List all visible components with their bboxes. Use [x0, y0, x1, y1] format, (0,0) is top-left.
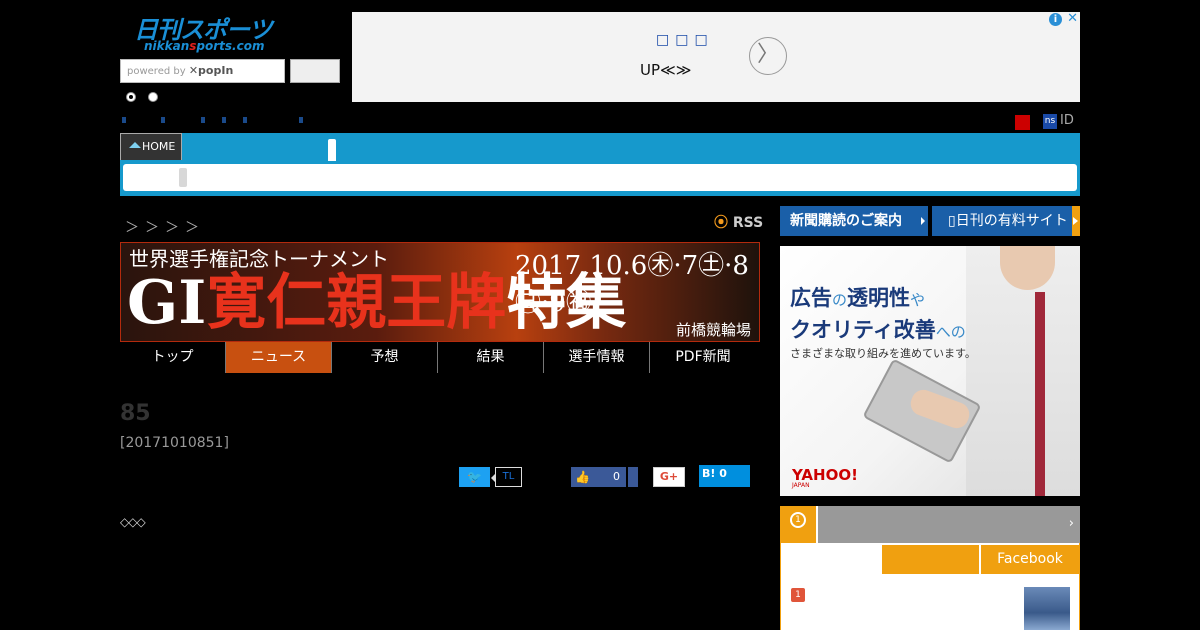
home-icon	[129, 142, 141, 148]
hatena-count: 0	[719, 467, 727, 480]
rss-icon: ⦿	[714, 215, 728, 231]
twitter-icon: 🐦	[467, 470, 482, 484]
article-title: 85	[120, 401, 151, 426]
tweet-button[interactable]: 🐦	[459, 467, 490, 487]
search-button[interactable]	[290, 59, 340, 83]
hatena-bookmark-button[interactable]: B! 0	[699, 465, 750, 487]
rss-label: RSS	[732, 215, 764, 231]
subnav-link-6[interactable]	[299, 117, 303, 123]
nav-home-label: HOME	[142, 140, 176, 153]
sub-navigation-bar	[123, 164, 1077, 191]
hatena-icon: B!	[702, 467, 716, 480]
ad-top-dots: □□□	[656, 32, 714, 48]
red-square-icon[interactable]	[1015, 115, 1030, 130]
thumbs-up-icon: 👍	[575, 470, 590, 484]
tab-news[interactable]: ニュース	[226, 342, 332, 373]
tab-riders[interactable]: 選手情報	[544, 342, 650, 373]
ad-top-text: UP≪≫	[640, 61, 692, 79]
global-navigation: HOME	[120, 133, 1080, 196]
ad-line-1: 広告の透明性や	[790, 286, 926, 310]
subnav-link-5[interactable]	[243, 117, 247, 123]
ranking-item-thumbnail[interactable]	[1024, 587, 1070, 630]
top-advertisement[interactable]: □□□ UP≪≫ 〉 i ✕	[352, 11, 1080, 102]
ad-next-icon[interactable]: 〉	[749, 37, 787, 75]
article-id: [20171010851]	[120, 435, 229, 451]
ad-info-icon[interactable]: i	[1049, 13, 1062, 26]
ranking-header[interactable]: 1 ›	[780, 506, 1080, 543]
ad-close-icon[interactable]: ✕	[1067, 11, 1078, 26]
paid-sites-button[interactable]: ▯日刊の有料サイト	[932, 206, 1080, 236]
subnav-link-1[interactable]	[122, 117, 126, 123]
smartphone-icon: ▯	[948, 213, 956, 229]
search-placeholder: powered by	[127, 66, 186, 77]
banner-title: GI寛仁親王牌特集	[127, 268, 627, 338]
ranking-panel: Facebook 1	[780, 543, 1080, 630]
breadcrumb[interactable]: ＞＞＞＞	[125, 217, 205, 237]
feature-tabs: トップ ニュース 予想 結果 選手情報 PDF新聞	[120, 342, 760, 373]
facebook-share-button[interactable]	[628, 467, 638, 487]
tab-forecast[interactable]: 予想	[332, 342, 438, 373]
nav-tab-marker[interactable]	[328, 139, 336, 161]
chevron-right-icon	[921, 217, 925, 225]
ranking-tab-2[interactable]	[882, 545, 979, 574]
yahoo-sidebar-advertisement[interactable]: 広告の透明性や クオリティ改善への さまざまな取り組みを進めています。 YAHO…	[780, 246, 1080, 496]
kanninshinnohai-feature-banner[interactable]: 世界選手権記念トーナメント 2017.10.6㊍·7㊏·8㊐·9㊗ GI寛仁親王…	[120, 242, 760, 342]
subnav-link-4[interactable]	[222, 117, 226, 123]
paid-sites-label: 日刊の有料サイト	[955, 213, 1068, 229]
tab-pdf-newspaper[interactable]: PDF新聞	[650, 342, 756, 373]
logo-sub-text: nikkansports.com	[144, 39, 265, 53]
subnav-link-3[interactable]	[201, 117, 205, 123]
ad-person-tie	[1035, 292, 1045, 496]
tab-results[interactable]: 結果	[438, 342, 544, 373]
search-scope-radio-2[interactable]	[148, 92, 158, 102]
site-logo[interactable]: 日刊スポーツ nikkansports.com	[130, 10, 290, 56]
twitter-timeline-button[interactable]: TL	[495, 467, 522, 487]
ad-line-3: さまざまな取り組みを進めています。	[790, 347, 976, 360]
sub-navigation-marker[interactable]	[179, 168, 187, 187]
tab-top[interactable]: トップ	[120, 342, 226, 373]
chevron-right-icon	[1072, 206, 1080, 236]
ns-id-icon[interactable]: ns	[1043, 114, 1057, 129]
banner-venue: 前橋競輪場	[675, 321, 751, 339]
subnav-link-2[interactable]	[161, 117, 165, 123]
id-login-link[interactable]: ID	[1060, 113, 1074, 128]
newspaper-subscription-button[interactable]: 新聞購読のご案内	[780, 206, 928, 236]
article-body-diamonds: ◇◇◇	[120, 515, 146, 529]
search-scope-radio-1[interactable]	[126, 92, 136, 102]
popin-logo: ✕popIn	[188, 64, 234, 77]
ranking-tab-facebook[interactable]: Facebook	[981, 545, 1079, 574]
nav-home-tab[interactable]: HOME	[120, 133, 182, 160]
ranking-medal-icon: 1	[780, 506, 818, 543]
search-input[interactable]: powered by ✕popIn	[120, 59, 285, 83]
facebook-like-count: 0	[596, 467, 626, 487]
subscription-label: 新聞購読のご案内	[790, 213, 902, 229]
ranking-number-badge: 1	[791, 588, 805, 602]
chevron-right-icon[interactable]: ›	[1069, 516, 1074, 531]
ad-line-2: クオリティ改善への	[790, 318, 966, 342]
yahoo-logo-sub: JAPAN	[792, 482, 810, 489]
google-plus-button[interactable]: G+	[653, 467, 685, 487]
rss-link[interactable]: ⦿ RSS	[714, 212, 763, 232]
